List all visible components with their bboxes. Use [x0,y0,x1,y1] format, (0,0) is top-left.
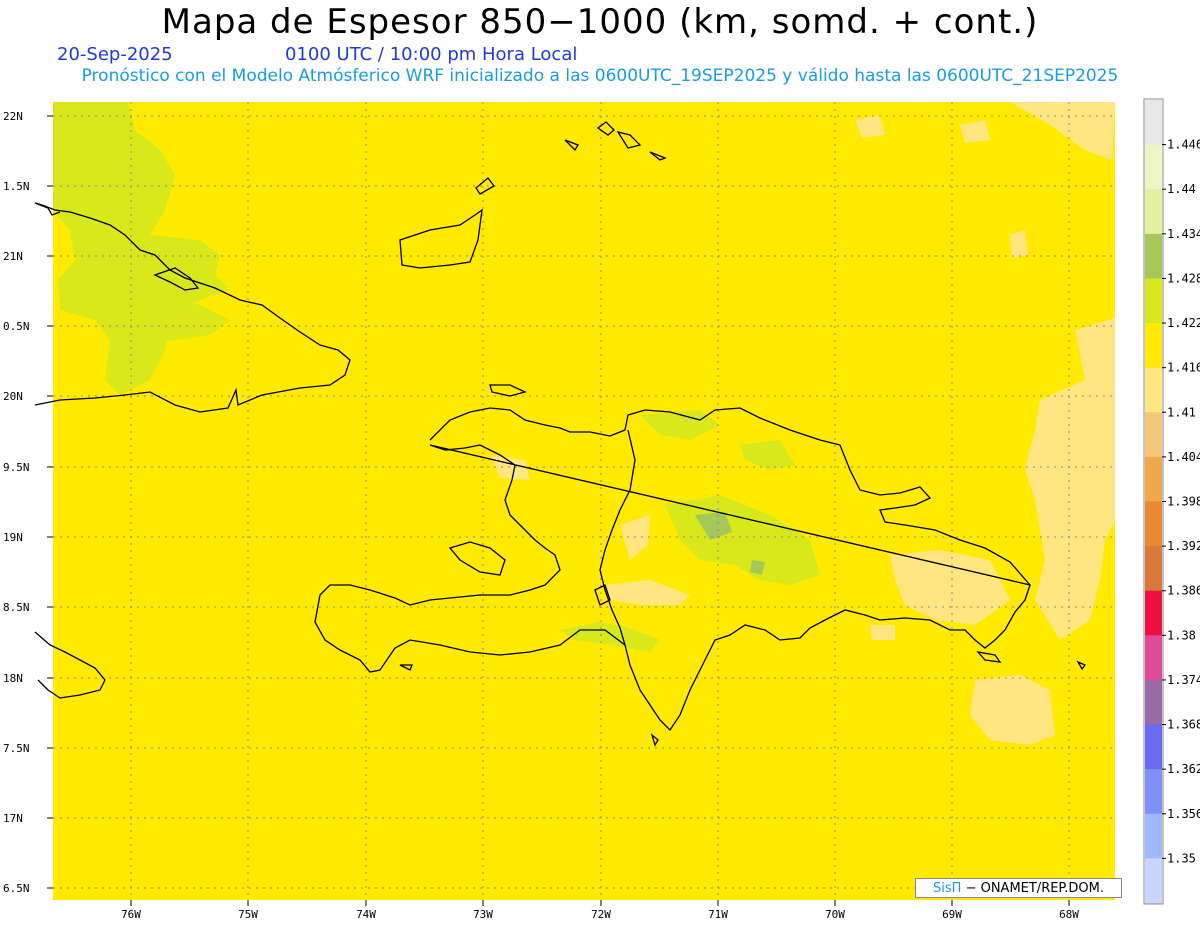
shade-small-5 [870,625,895,640]
lat-label-21n: 21N [3,250,23,263]
legend-label: 1.392 [1167,539,1200,553]
lat-label-22n: 22N [3,110,23,123]
legend-swatch [1145,813,1162,859]
legend-label: 1.374 [1167,673,1200,687]
legend-label: 1.356 [1167,807,1200,821]
legend-swatch [1145,278,1162,324]
credit-text: − ONAMET/REP.DOM. [965,881,1104,896]
legend-swatch [1145,323,1162,369]
color-legend: 1.446 1.44 1.434 1.428 1.422 1.416 1.41 1.404 1.… [1143,98,1200,905]
legend-swatch [1145,635,1162,681]
legend-label: 1.398 [1167,495,1200,509]
legend-label: 1.386 [1167,584,1200,598]
legend-label: 1.368 [1167,718,1200,732]
latitude-labels: 22N 1.5N 21N 0.5N 20N 9.5N 19N 8.5N 18N … [3,110,30,895]
legend-label: 1.362 [1167,762,1200,776]
legend-label: 1.41 [1167,405,1196,419]
legend-swatch [1145,724,1162,770]
lat-label-19n: 19N [3,531,23,544]
legend-label: 1.44 [1167,182,1196,196]
shade-small-3 [1010,230,1028,258]
legend-swatch [1145,144,1162,190]
legend-label: 1.428 [1167,271,1200,285]
legend-swatch [1145,501,1162,547]
thickness-field [53,102,1115,900]
legend-label: 1.404 [1167,450,1200,464]
credit-brand: SisΠ [933,881,962,896]
legend-swatch [1145,412,1162,458]
lon-label-70w: 70W [825,908,845,921]
legend-label: 1.38 [1167,628,1196,642]
lat-label-17-5n: 7.5N [3,742,30,755]
lat-label-20n: 20N [3,390,23,403]
lon-label-68w: 68W [1059,908,1079,921]
legend-label: 1.422 [1167,316,1200,330]
legend-swatch [1145,189,1162,235]
legend-swatch [1145,546,1162,592]
lon-label-75w: 75W [238,908,258,921]
lon-label-76w: 76W [121,908,141,921]
lat-label-18-5n: 8.5N [3,601,30,614]
lat-label-19-5n: 9.5N [3,461,30,474]
lat-label-21-5n: 1.5N [3,180,30,193]
legend-swatch [1145,590,1162,636]
lat-label-17n: 17N [3,812,23,825]
legend-swatch [1145,456,1162,502]
lon-label-72w: 72W [591,908,611,921]
lon-label-71w: 71W [708,908,728,921]
credit-badge: SisΠ − ONAMET/REP.DOM. [915,878,1122,898]
lon-label-73w: 73W [473,908,493,921]
legend-swatch [1145,233,1162,279]
map-canvas: 22N 1.5N 21N 0.5N 20N 9.5N 19N 8.5N 18N … [3,98,1200,921]
legend-swatch [1145,858,1162,904]
lon-label-74w: 74W [356,908,376,921]
lat-label-20-5n: 0.5N [3,320,30,333]
legend-label: 1.416 [1167,361,1200,375]
lat-label-16-5n: 6.5N [3,882,30,895]
legend-swatch [1145,367,1162,413]
longitude-labels: 76W 75W 74W 73W 72W 71W 70W 69W 68W [121,908,1079,921]
legend-swatch [1145,100,1162,146]
legend-label: 1.446 [1167,138,1200,152]
lat-label-18n: 18N [3,672,23,685]
legend-label: 1.434 [1167,227,1200,241]
legend-swatch [1145,769,1162,815]
lon-label-69w: 69W [942,908,962,921]
legend-swatch [1145,679,1162,726]
legend-label: 1.35 [1167,851,1196,865]
